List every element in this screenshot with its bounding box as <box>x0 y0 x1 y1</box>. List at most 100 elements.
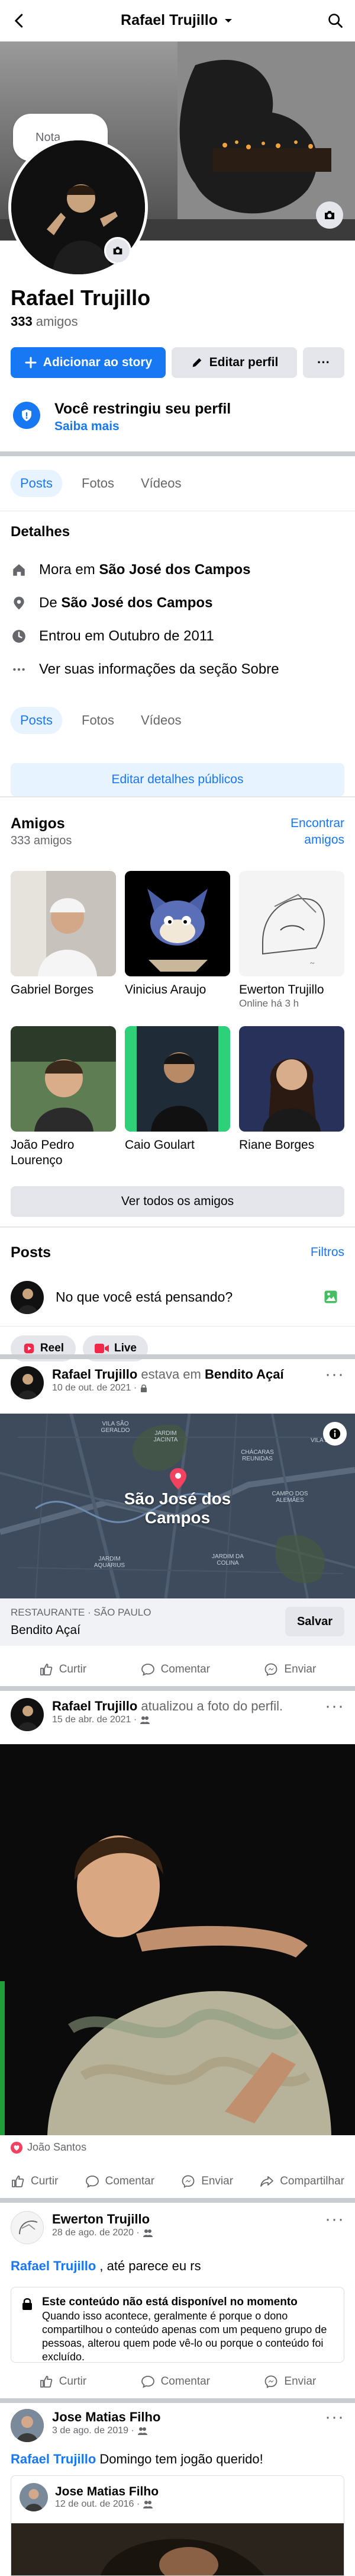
post-author-avatar[interactable] <box>11 1698 44 1731</box>
friend-photo <box>125 871 230 976</box>
post-date[interactable]: 3 de ago. de 2019 · <box>52 2426 134 2436</box>
post-body: , até parece eu rs <box>96 2258 201 2273</box>
post-date[interactable]: 15 de abr. de 2021 · <box>52 1715 137 1725</box>
svg-text:~: ~ <box>310 959 315 968</box>
post-options-icon[interactable]: ··· <box>325 2408 344 2426</box>
post-place[interactable]: Bendito Açaí <box>205 1367 284 1382</box>
post-author-avatar[interactable] <box>11 2211 44 2244</box>
friend-name: Gabriel Borges <box>11 983 94 997</box>
place-category: RESTAURANTE · SÃO PAULO <box>11 1607 151 1618</box>
place-card[interactable]: RESTAURANTE · SÃO PAULO Bendito Açaí Sal… <box>0 1598 355 1646</box>
photo-icon[interactable] <box>322 1288 340 1306</box>
profile-switcher[interactable]: Rafael Trujillo <box>0 12 355 29</box>
find-friends-link[interactable]: Encontrar amigos <box>279 815 344 848</box>
comment-button[interactable]: Comentar <box>85 2174 154 2189</box>
see-all-friends-button[interactable]: Ver todos os amigos <box>11 1186 344 1217</box>
clock-icon <box>11 628 27 645</box>
add-to-story-button[interactable]: Adicionar ao story <box>11 347 166 378</box>
post-date[interactable]: 10 de out. de 2021 · <box>52 1383 137 1393</box>
friends-count: 333 <box>11 314 33 329</box>
map-city-label: São José dos Campos <box>124 1489 231 1527</box>
tab-photos[interactable]: Fotos <box>82 476 114 491</box>
like-button[interactable]: Curtir <box>11 2174 58 2189</box>
shared-post-photo[interactable] <box>11 2523 344 2575</box>
shared-author-avatar[interactable] <box>20 2483 48 2511</box>
friend-card[interactable]: Riane Borges <box>239 1026 344 1153</box>
post-options-icon[interactable]: ··· <box>325 2210 344 2228</box>
detail-lives-in: Mora em São José dos Campos <box>11 562 250 578</box>
friends-audience-icon <box>143 2229 153 2237</box>
plus-icon <box>25 357 37 369</box>
send-label: Enviar <box>284 2375 317 2388</box>
see-more-text: Ver suas informações da seção Sobre <box>39 661 279 677</box>
post-author-name[interactable]: Jose Matias Filho <box>52 2410 160 2424</box>
like-button[interactable]: Curtir <box>39 2375 86 2389</box>
post-date[interactable]: 28 de ago. de 2020 · <box>52 2228 140 2238</box>
friends-audience-icon <box>137 2427 147 2435</box>
post-author-name[interactable]: Rafael Trujillo <box>52 1367 137 1382</box>
see-all-friends-label: Ver todos os amigos <box>121 1194 234 1208</box>
like-button[interactable]: Curtir <box>39 1662 86 1677</box>
friends-count-line[interactable]: 333 amigos <box>11 314 78 329</box>
post-mention[interactable]: Rafael Trujillo <box>11 2258 96 2273</box>
thumbs-up-icon <box>40 1664 53 1675</box>
friends-word: amigos <box>36 314 78 329</box>
post-options-icon[interactable]: ··· <box>325 1697 344 1715</box>
send-button[interactable]: Enviar <box>264 2375 316 2389</box>
shared-author-name[interactable]: Jose Matias Filho <box>55 2485 159 2499</box>
post-author-name[interactable]: Rafael Trujillo <box>52 1699 137 1713</box>
detail-see-more[interactable]: Ver suas informações da seção Sobre <box>11 661 279 678</box>
caret-down-icon <box>224 18 232 23</box>
send-label: Enviar <box>201 2175 234 2187</box>
info-icon[interactable] <box>323 1422 347 1446</box>
map-preview[interactable]: VILA SÃO GERALDO JARDIM JACINTA CHÁCARAS… <box>0 1414 355 1598</box>
tab-photos-2[interactable]: Fotos <box>82 713 114 728</box>
search-icon[interactable] <box>325 11 346 31</box>
shared-post-header: Jose Matias Filho 12 de out. de 2016 · <box>20 2483 159 2511</box>
post-author-avatar[interactable] <box>11 2409 44 2442</box>
friend-card[interactable]: Gabriel Borges <box>11 871 116 998</box>
filters-link[interactable]: Filtros <box>311 1245 344 1260</box>
more-options-button[interactable]: ··· <box>303 347 344 378</box>
messenger-icon <box>265 1663 277 1677</box>
post-photo[interactable] <box>0 1744 355 2135</box>
post-author-avatar[interactable] <box>11 1366 44 1399</box>
learn-more-link[interactable]: Saiba mais <box>54 419 120 434</box>
post-options-icon[interactable]: ··· <box>325 1366 344 1383</box>
composer-avatar[interactable] <box>11 1281 44 1314</box>
friends-count-sub: 333 amigos <box>11 834 72 847</box>
send-button[interactable]: Enviar <box>264 1662 316 1677</box>
tab-posts[interactable]: Posts <box>11 470 63 497</box>
lives-prefix: Mora em <box>39 562 99 578</box>
save-place-button[interactable]: Salvar <box>285 1607 344 1636</box>
comment-button[interactable]: Comentar <box>141 2375 210 2389</box>
shared-post-card[interactable]: Jose Matias Filho 12 de out. de 2016 · <box>11 2475 344 2576</box>
profile-camera-icon[interactable] <box>104 237 131 264</box>
send-button[interactable]: Enviar <box>181 2174 233 2189</box>
lock-icon <box>21 2297 34 2311</box>
tab-videos[interactable]: Vídeos <box>141 476 182 491</box>
friend-card[interactable]: João Pedro Lourenço <box>11 1026 116 1168</box>
post-author-name[interactable]: Ewerton Trujillo <box>52 2212 150 2226</box>
comment-button[interactable]: Comentar <box>141 1662 210 1677</box>
from-city[interactable]: São José dos Campos <box>61 595 212 611</box>
camera-icon[interactable] <box>316 201 343 229</box>
friend-card[interactable]: Vinicius Araujo <box>125 871 230 998</box>
composer-input[interactable]: No que você está pensando? <box>56 1289 233 1305</box>
share-button[interactable]: Compartilhar <box>260 2174 344 2189</box>
post-action: estava em <box>137 1367 205 1382</box>
friend-card[interactable]: Caio Goulart <box>125 1026 230 1153</box>
friend-card[interactable]: ~ Ewerton Trujillo Online há 3 h <box>239 871 344 1010</box>
friend-name: Caio Goulart <box>125 1138 195 1152</box>
edit-public-details-button[interactable]: Editar detalhes públicos <box>11 763 344 796</box>
tab-videos-2[interactable]: Vídeos <box>141 713 182 728</box>
tab-posts-2[interactable]: Posts <box>11 707 63 734</box>
lives-city[interactable]: São José dos Campos <box>99 562 250 578</box>
edit-profile-button[interactable]: Editar perfil <box>172 347 297 378</box>
add-to-story-label: Adicionar ao story <box>43 355 153 369</box>
shared-post-date[interactable]: 12 de out. de 2016 · <box>55 2499 140 2510</box>
reactions-summary[interactable]: João Santos <box>11 2141 86 2154</box>
more-options-label: ··· <box>317 355 330 370</box>
restriction-notice[interactable]: Você restringiu seu perfil Saiba mais <box>11 398 344 434</box>
post-mention[interactable]: Rafael Trujillo <box>11 2452 96 2466</box>
